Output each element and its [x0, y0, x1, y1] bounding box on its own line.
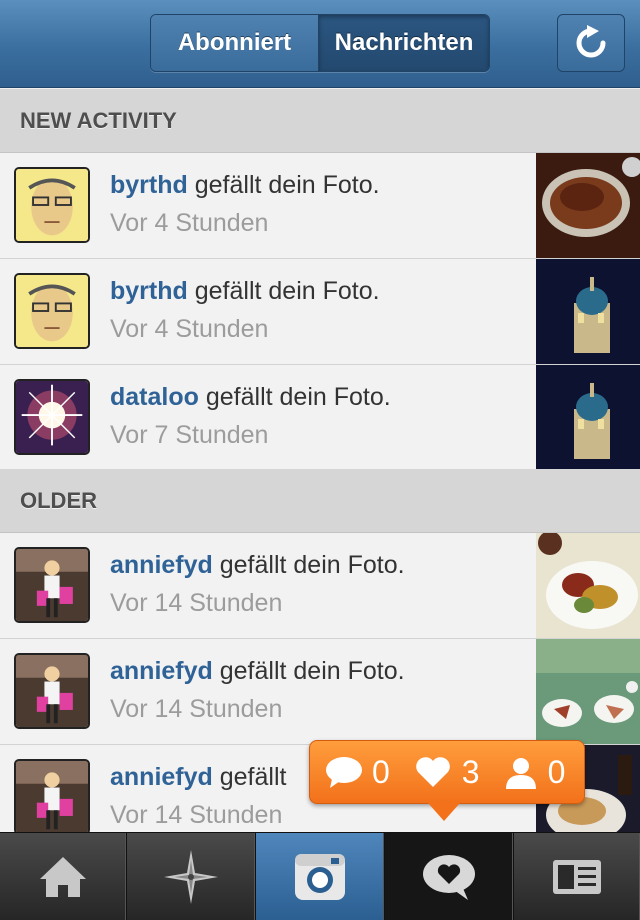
timestamp: Vor 7 Stunden: [110, 421, 269, 449]
timestamp: Vor 14 Stunden: [110, 801, 283, 829]
home-icon: [40, 857, 86, 897]
like-count: 3: [461, 753, 480, 790]
avatar[interactable]: [14, 273, 90, 349]
list-item[interactable]: byrthd gefällt dein Foto. Vor 4 Stunden: [0, 259, 640, 365]
activity-text: gefällt dein Foto.: [187, 171, 380, 199]
avatar[interactable]: [14, 379, 90, 455]
comment-icon: [326, 757, 362, 788]
username-link[interactable]: anniefyd: [110, 551, 213, 579]
heart-icon: [415, 757, 450, 787]
tab-home[interactable]: [0, 833, 127, 920]
username-link[interactable]: anniefyd: [110, 657, 213, 685]
news-icon: [423, 855, 475, 900]
activity-text: gefällt dein Foto.: [212, 657, 405, 685]
nav-bar: Abonniert Nachrichten: [0, 0, 640, 88]
follower-count: 0: [547, 753, 566, 790]
avatar[interactable]: [14, 167, 90, 243]
activity-text: gefällt dein Foto.: [198, 383, 391, 411]
username-link[interactable]: byrthd: [110, 277, 188, 305]
tab-following[interactable]: Abonniert: [151, 15, 320, 71]
section-header-new: NEW ACTIVITY: [0, 89, 640, 153]
activity-text: gefällt: [212, 763, 287, 791]
profile-icon: [553, 860, 601, 894]
list-item[interactable]: byrthd gefällt dein Foto. Vor 4 Stunden: [0, 153, 640, 259]
username-link[interactable]: anniefyd: [110, 763, 213, 791]
list-item[interactable]: dataloo gefällt dein Foto. Vor 7 Stunden: [0, 365, 640, 471]
refresh-icon: [576, 25, 606, 58]
person-icon: [505, 758, 536, 789]
avatar[interactable]: [14, 547, 90, 623]
camera-icon: [295, 854, 345, 900]
photo-thumbnail[interactable]: [536, 153, 640, 258]
list-item[interactable]: anniefyd gefällt dein Foto. Vor 14 Stund…: [0, 533, 640, 639]
photo-thumbnail[interactable]: [536, 365, 640, 470]
comment-count: 0: [372, 753, 390, 790]
photo-thumbnail[interactable]: [536, 639, 640, 744]
refresh-button[interactable]: [557, 14, 625, 72]
list-item[interactable]: anniefyd gefällt dein Foto. Vor 14 Stund…: [0, 639, 640, 745]
segmented-control: Abonniert Nachrichten: [150, 14, 490, 72]
tab-camera[interactable]: [256, 833, 385, 920]
avatar[interactable]: [14, 653, 90, 729]
bubble-pointer: [428, 803, 460, 821]
username-link[interactable]: byrthd: [110, 171, 188, 199]
tab-profile[interactable]: [514, 833, 640, 920]
tab-news[interactable]: Nachrichten: [319, 15, 489, 71]
activity-text: gefällt dein Foto.: [212, 551, 405, 579]
activity-notification-bubble[interactable]: 0 3 0: [309, 740, 585, 804]
timestamp: Vor 4 Stunden: [110, 315, 269, 343]
tab-bar: [0, 832, 640, 920]
timestamp: Vor 14 Stunden: [110, 589, 283, 617]
photo-thumbnail[interactable]: [536, 533, 640, 638]
tab-news[interactable]: [385, 833, 514, 920]
timestamp: Vor 4 Stunden: [110, 209, 269, 237]
username-link[interactable]: dataloo: [110, 383, 199, 411]
new-activity-list: byrthd gefällt dein Foto. Vor 4 Stunden …: [0, 153, 640, 471]
photo-thumbnail[interactable]: [536, 259, 640, 364]
timestamp: Vor 14 Stunden: [110, 695, 283, 723]
tab-explore[interactable]: [127, 833, 256, 920]
avatar[interactable]: [14, 759, 90, 835]
explore-icon: [164, 850, 218, 904]
activity-text: gefällt dein Foto.: [187, 277, 380, 305]
section-header-older: OLDER: [0, 469, 640, 533]
